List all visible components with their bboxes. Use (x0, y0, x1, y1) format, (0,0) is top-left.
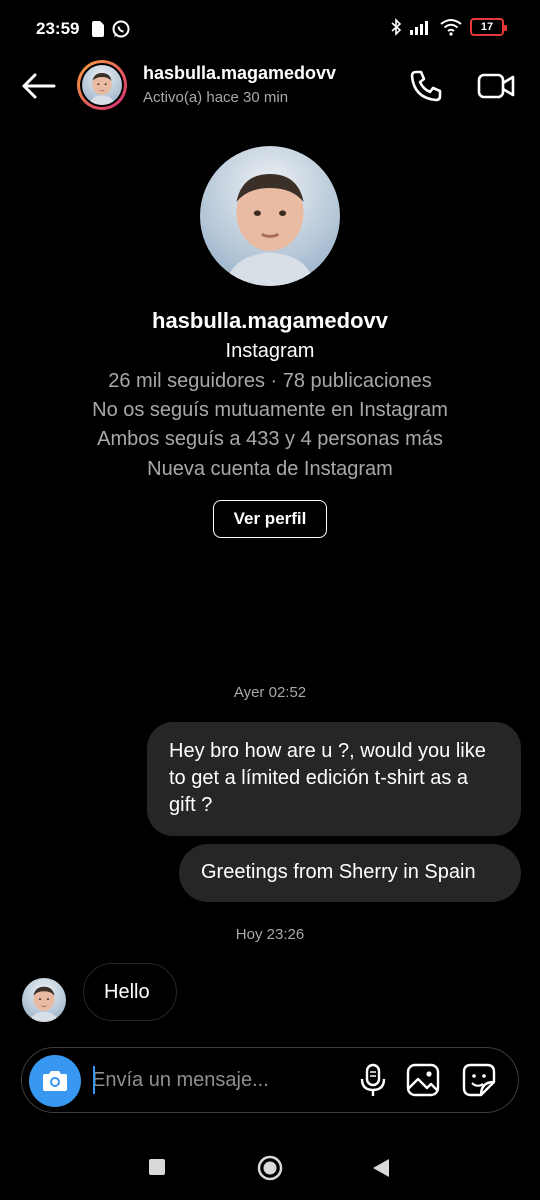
battery-level: 17 (480, 21, 494, 33)
header-activity-status: Activo(a) hace 30 min (143, 89, 289, 106)
bluetooth-icon (391, 18, 402, 36)
battery-icon: 17 (470, 18, 507, 36)
wifi-icon (440, 19, 462, 36)
camera-button[interactable] (29, 1055, 81, 1107)
home-button-icon[interactable] (257, 1155, 283, 1181)
avatar-image (82, 65, 122, 105)
profile-new-account: Nueva cuenta de Instagram (147, 458, 393, 480)
profile-avatar[interactable] (200, 146, 340, 286)
message-timestamp: Hoy 23:26 (235, 926, 305, 943)
signal-icon (410, 21, 428, 35)
camera-icon (43, 1071, 67, 1091)
profile-stats: 26 mil seguidores · 78 publicaciones (108, 370, 432, 392)
message-timestamp: Ayer 02:52 (233, 684, 307, 701)
profile-platform: Instagram (225, 340, 315, 362)
message-composer (21, 1047, 519, 1113)
view-profile-button[interactable]: Ver perfil (213, 500, 327, 538)
sim-card-icon (92, 21, 104, 37)
recent-apps-button[interactable] (149, 1159, 165, 1175)
nav-back-icon[interactable] (371, 1157, 391, 1179)
message-input[interactable] (92, 1065, 322, 1095)
chat-header: hasbulla.magamedovv Activo(a) hace 30 mi… (0, 56, 540, 116)
profile-username: hasbulla.magamedovv (152, 308, 388, 333)
back-arrow-icon[interactable] (20, 70, 56, 102)
sender-avatar-image (22, 978, 66, 1022)
incoming-message[interactable]: Hello (83, 963, 177, 1021)
profile-mutual-status: No os seguís mutuamente en Instagram (92, 399, 448, 421)
sticker-icon[interactable] (461, 1062, 497, 1098)
video-call-icon[interactable] (476, 68, 516, 104)
gallery-icon[interactable] (405, 1062, 441, 1098)
status-right-icons: 17 (390, 18, 507, 36)
whatsapp-icon (112, 20, 130, 38)
header-avatar[interactable] (77, 60, 127, 110)
outgoing-message[interactable]: Greetings from Sherry in Spain (179, 844, 521, 902)
outgoing-message[interactable]: Hey bro how are u ?, would you like to g… (147, 722, 521, 836)
header-username[interactable]: hasbulla.magamedovv (143, 63, 336, 84)
status-bar: 23:59 17 (0, 0, 540, 60)
status-time: 23:59 (36, 19, 80, 38)
microphone-icon[interactable] (355, 1062, 391, 1098)
phone-call-icon[interactable] (408, 68, 444, 104)
profile-mutual-following: Ambos seguís a 433 y 4 personas más (97, 428, 443, 450)
profile-avatar-image (200, 146, 340, 286)
sender-avatar[interactable] (22, 978, 66, 1022)
status-left-icons (92, 20, 130, 38)
text-cursor (93, 1066, 95, 1094)
